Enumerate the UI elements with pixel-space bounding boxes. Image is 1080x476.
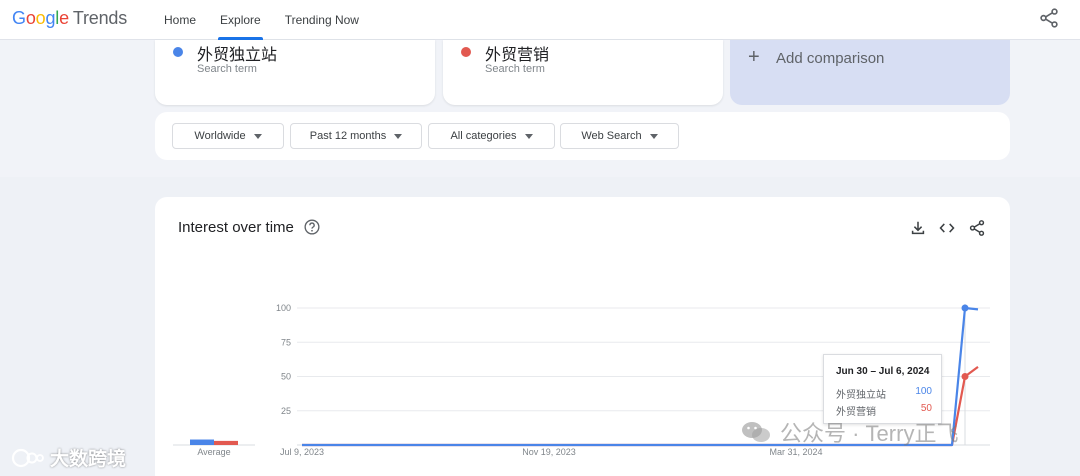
wechat-icon xyxy=(742,422,770,442)
average-label: Average xyxy=(197,447,230,457)
x-tick-label: Mar 31, 2024 xyxy=(769,447,822,457)
google-wordmark: Google xyxy=(12,8,69,28)
hover-point xyxy=(961,304,969,312)
watermark-left: 大数跨境 xyxy=(10,444,126,471)
nav-explore[interactable]: Explore xyxy=(208,0,273,40)
series-color-dot xyxy=(461,47,471,57)
category-filter[interactable]: All categories xyxy=(428,123,555,149)
tooltip-row: 外贸独立站 100 xyxy=(836,386,932,401)
watermark-right: 公众号 · Terry正飞 xyxy=(740,416,958,448)
dropdown-caret-icon xyxy=(394,133,403,139)
tooltip-series-value: 50 xyxy=(920,403,932,414)
trends-wordmark: Trends xyxy=(72,8,128,28)
dropdown-caret-icon xyxy=(253,133,262,139)
add-comparison-label: Add comparison xyxy=(776,50,885,67)
term-subtitle: Search term xyxy=(197,63,257,75)
y-tick-label: 25 xyxy=(281,406,291,416)
category-filter-label: All categories xyxy=(450,130,517,142)
x-tick-label: Jul 9, 2023 xyxy=(280,447,324,457)
watermark-right-text: 公众号 · Terry正飞 xyxy=(780,421,959,446)
x-tick-label: Nov 19, 2023 xyxy=(522,447,576,457)
main-nav: Home Explore Trending Now xyxy=(152,0,371,40)
share-icon[interactable] xyxy=(1038,7,1060,29)
tooltip-series-value: 100 xyxy=(915,386,932,397)
time-range-filter[interactable]: Past 12 months xyxy=(290,123,422,149)
google-trends-logo[interactable]: Google Trends xyxy=(12,8,127,29)
plus-icon: + xyxy=(748,46,760,68)
nav-home[interactable]: Home xyxy=(152,0,208,40)
hover-point xyxy=(961,373,969,380)
term-title[interactable]: 外贸独立站 xyxy=(197,41,277,65)
watermark-logo-icon xyxy=(11,448,44,467)
tooltip-date: Jun 30 – Jul 6, 2024 xyxy=(836,366,930,377)
y-tick-label: 75 xyxy=(281,337,291,347)
average-bar xyxy=(214,440,238,445)
search-type-filter[interactable]: Web Search xyxy=(560,123,679,149)
region-filter[interactable]: Worldwide xyxy=(172,123,284,149)
nav-trending-now[interactable]: Trending Now xyxy=(273,0,371,40)
dropdown-caret-icon xyxy=(649,133,658,139)
top-bar: Google Trends Home Explore Trending Now xyxy=(0,0,1080,40)
y-tick-label: 100 xyxy=(276,303,291,313)
search-type-filter-label: Web Search xyxy=(581,130,642,142)
y-tick-label: 50 xyxy=(281,372,291,382)
time-range-filter-label: Past 12 months xyxy=(309,130,387,142)
search-term-card[interactable]: 外贸营销 Search term xyxy=(443,40,723,105)
chart-tooltip: Jun 30 – Jul 6, 2024 外贸独立站 100 外贸营销 50 xyxy=(823,354,942,424)
term-subtitle: Search term xyxy=(485,63,545,75)
filter-bar: Worldwide Past 12 months All categories … xyxy=(155,112,1010,160)
search-term-card[interactable]: 外贸独立站 Search term xyxy=(155,40,435,105)
dropdown-caret-icon xyxy=(524,133,533,139)
tooltip-series-name: 外贸独立站 xyxy=(836,390,886,401)
watermark-left-text: 大数跨境 xyxy=(50,449,127,470)
term-title[interactable]: 外贸营销 xyxy=(485,41,549,65)
series-color-dot xyxy=(173,47,183,57)
average-bar xyxy=(190,439,214,445)
region-filter-label: Worldwide xyxy=(194,130,246,142)
add-comparison-button[interactable]: + Add comparison xyxy=(730,40,1010,105)
